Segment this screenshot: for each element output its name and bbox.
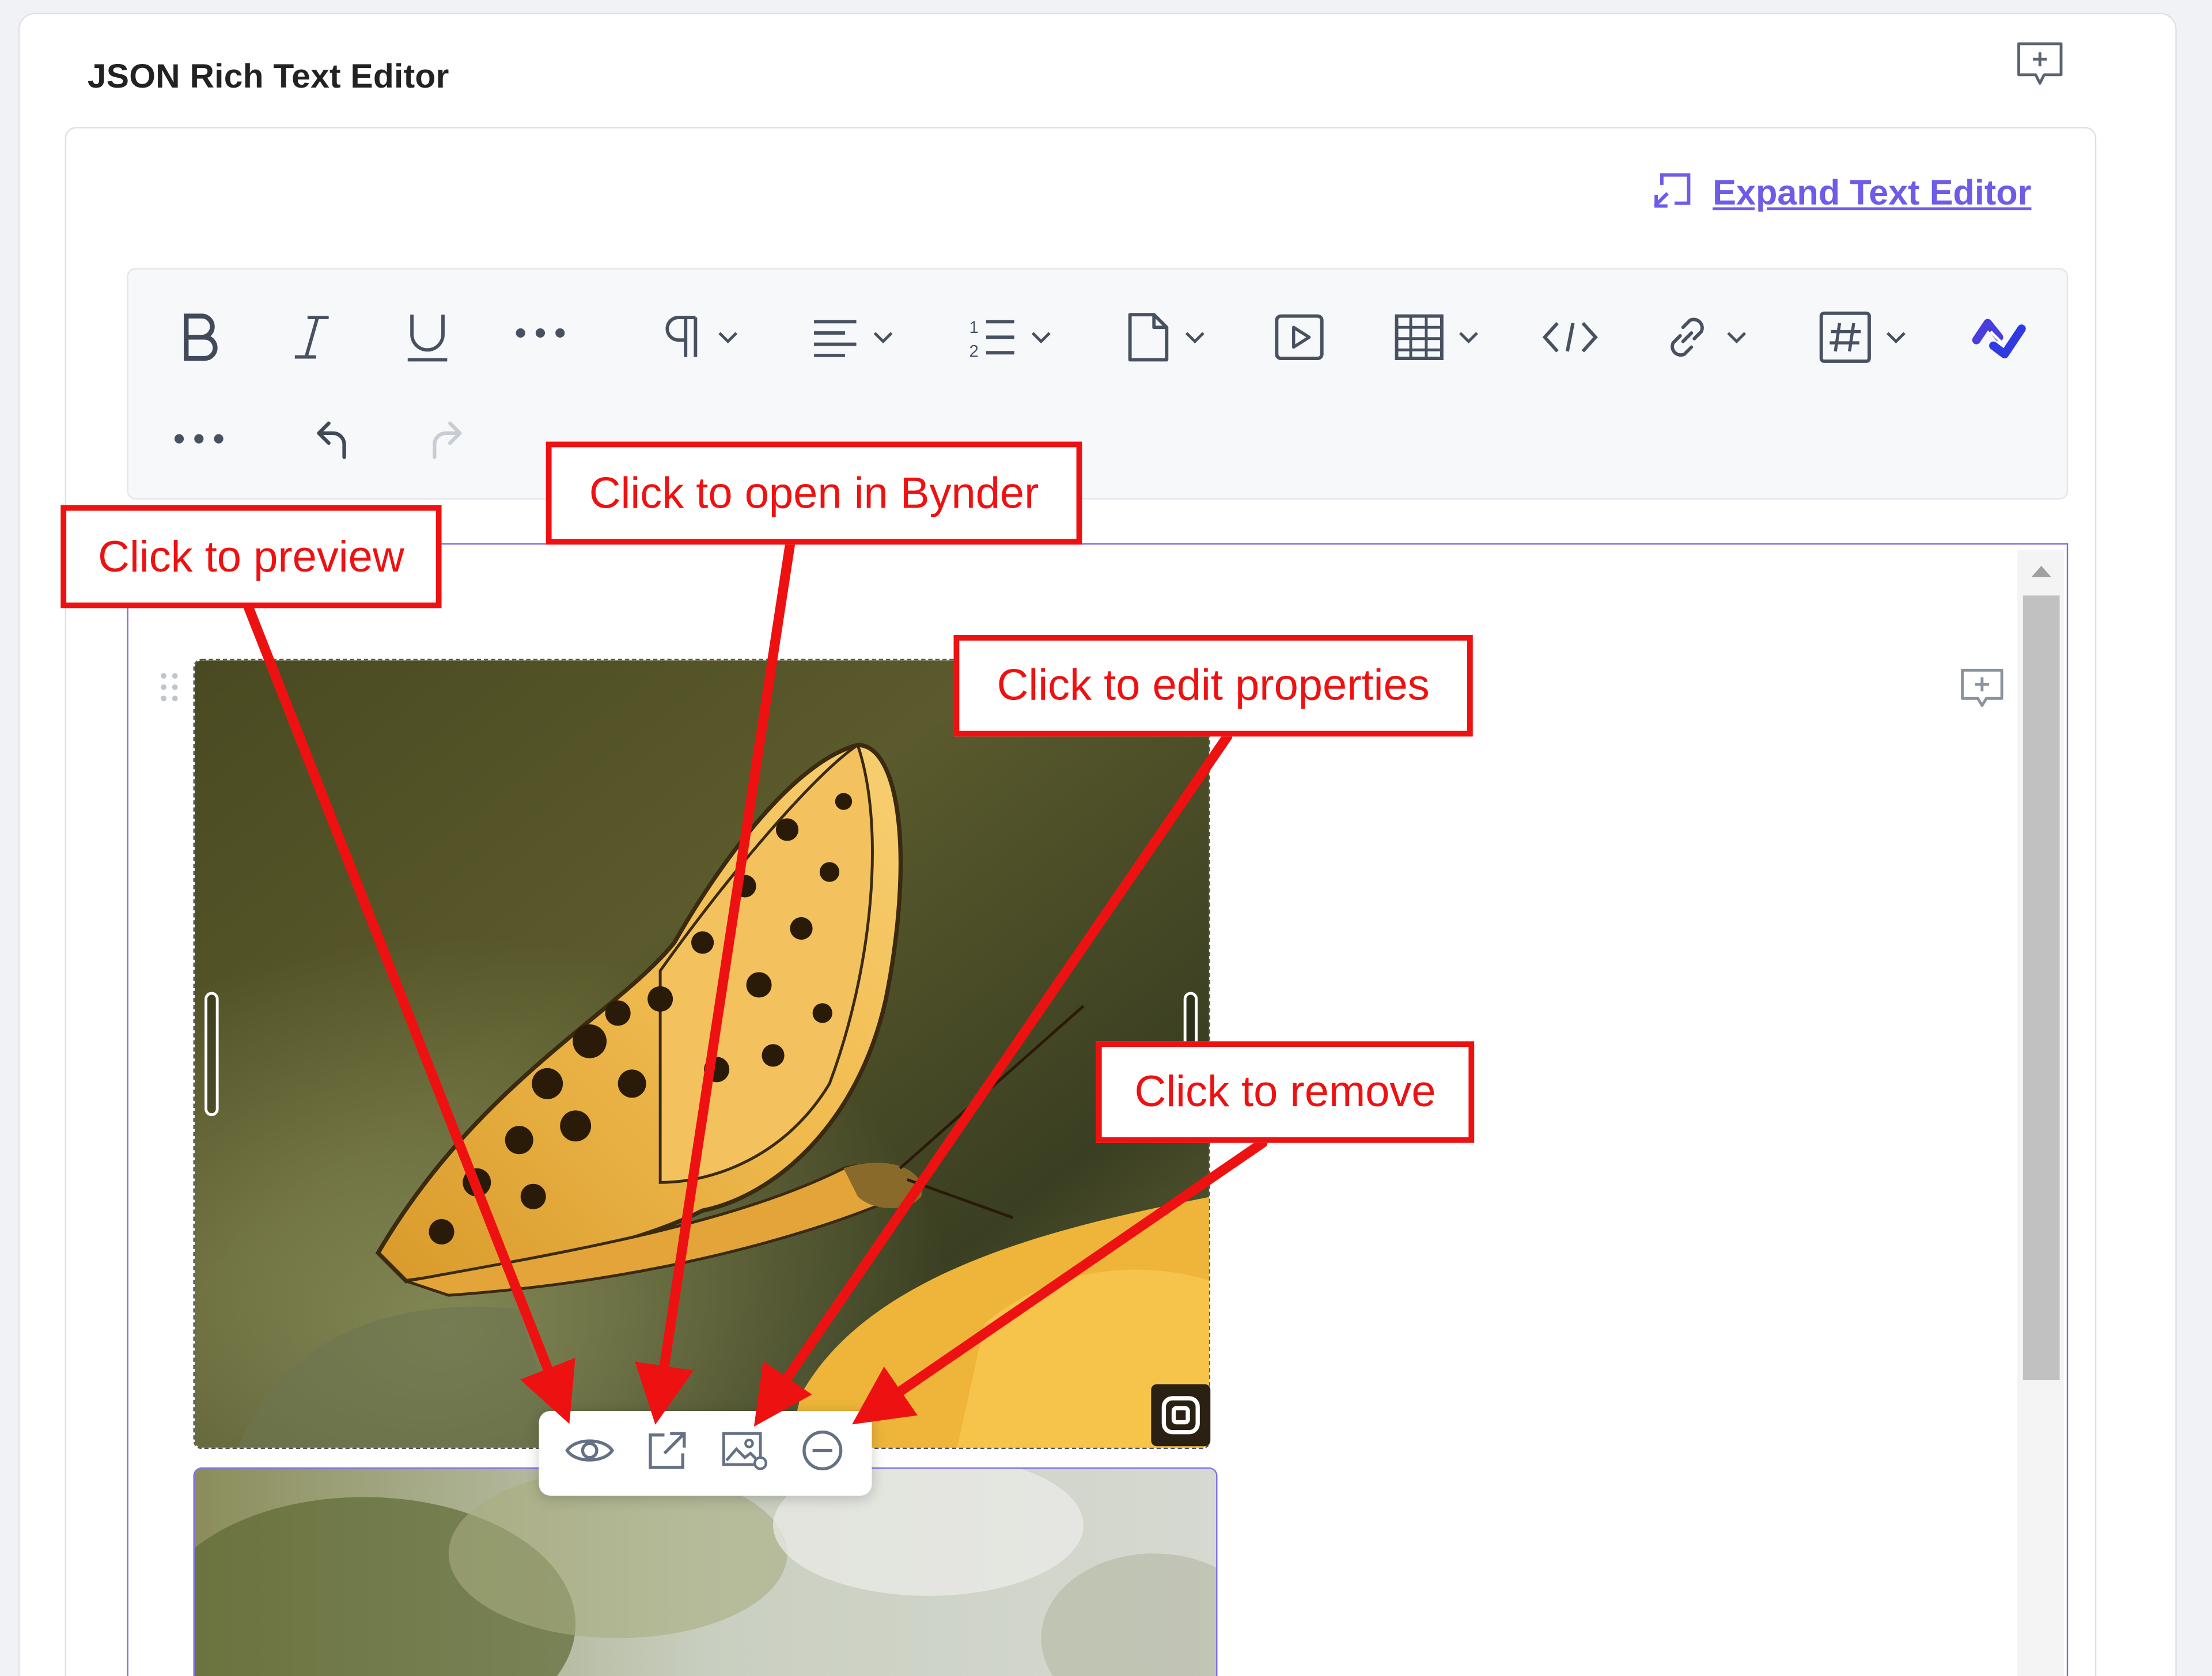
chevron-down-icon: [1727, 331, 1747, 343]
paragraph-icon: [662, 313, 704, 361]
more-icon: [172, 432, 226, 445]
embedded-image-butterfly[interactable]: [193, 659, 1211, 1450]
annotation-open-bynder: Click to open in Bynder: [546, 441, 1082, 545]
italic-icon: [290, 313, 332, 361]
add-comment-icon[interactable]: [1958, 666, 2006, 718]
chevron-down-icon: [1185, 331, 1205, 343]
paragraph-dropdown[interactable]: [650, 309, 749, 365]
annotation-remove: Click to remove: [1096, 1041, 1475, 1143]
chevron-down-icon: [873, 331, 893, 343]
hashtag-dropdown[interactable]: [1813, 306, 1911, 368]
link-icon: [1662, 312, 1713, 362]
bynder-logo-icon: [1151, 1384, 1211, 1447]
image-actions-toolbar: [539, 1411, 872, 1496]
align-left-icon: [811, 317, 859, 357]
plugin-button[interactable]: [1968, 309, 2030, 365]
hashtag-icon: [1819, 311, 1872, 364]
embed-video-button[interactable]: [1271, 309, 1328, 365]
chevron-down-icon: [1886, 331, 1906, 343]
underline-button[interactable]: [396, 306, 459, 368]
redo-icon: [429, 418, 465, 460]
italic-button[interactable]: [283, 309, 340, 365]
more-icon: [513, 326, 567, 340]
add-comment-icon[interactable]: [2014, 40, 2065, 88]
video-icon: [1274, 313, 1324, 361]
undo-icon: [313, 418, 350, 460]
remove-icon: [799, 1427, 844, 1480]
code-button[interactable]: [1542, 309, 1599, 365]
link-dropdown[interactable]: [1655, 309, 1753, 365]
resize-handle-left[interactable]: [204, 992, 219, 1117]
bold-icon: [178, 312, 220, 362]
chevron-down-icon: [1031, 331, 1051, 343]
ordered-list-icon: 12: [969, 315, 1017, 360]
scroll-up-arrow-icon[interactable]: [2029, 562, 2054, 587]
drag-handle-icon[interactable]: [158, 672, 180, 710]
scrollbar-thumb[interactable]: [2022, 595, 2060, 1380]
embedded-image-second[interactable]: [193, 1467, 1218, 1676]
expand-icon: [1650, 170, 1692, 217]
alignment-dropdown[interactable]: [802, 309, 901, 365]
field-title: JSON Rich Text Editor: [87, 58, 449, 96]
open-in-bynder-button[interactable]: [635, 1422, 698, 1485]
file-icon: [1126, 311, 1171, 364]
table-icon: [1394, 313, 1445, 361]
redo-button[interactable]: [422, 414, 472, 464]
more-actions-button[interactable]: [171, 422, 227, 456]
svg-text:2: 2: [969, 342, 978, 360]
more-formatting-button[interactable]: [512, 312, 569, 354]
table-dropdown[interactable]: [1387, 309, 1485, 365]
rich-text-toolbar: 12: [127, 268, 2069, 500]
insert-dropdown[interactable]: [1116, 306, 1214, 368]
expand-text-editor-link[interactable]: Expand Text Editor: [1650, 172, 2031, 214]
eye-icon: [563, 1433, 614, 1474]
chevron-down-icon: [1459, 331, 1478, 343]
svg-text:1: 1: [969, 318, 978, 337]
annotation-edit-properties: Click to edit properties: [953, 635, 1473, 737]
preview-button[interactable]: [558, 1422, 620, 1485]
screenshot-page: JSON Rich Text Editor Expand Text Editor: [0, 0, 2212, 1676]
image-settings-icon: [720, 1429, 768, 1478]
chevron-down-icon: [718, 331, 738, 343]
remove-image-button[interactable]: [791, 1422, 853, 1485]
expand-text-editor-label: Expand Text Editor: [1713, 173, 2032, 213]
bold-button[interactable]: [171, 309, 227, 365]
list-dropdown[interactable]: 12: [961, 309, 1059, 365]
undo-button[interactable]: [306, 414, 357, 464]
plugin-icon: [1971, 315, 2027, 360]
annotation-preview: Click to preview: [60, 505, 442, 608]
edit-properties-button[interactable]: [713, 1422, 775, 1485]
code-icon: [1542, 317, 1599, 357]
open-external-icon: [645, 1429, 687, 1478]
underline-icon: [403, 311, 451, 364]
